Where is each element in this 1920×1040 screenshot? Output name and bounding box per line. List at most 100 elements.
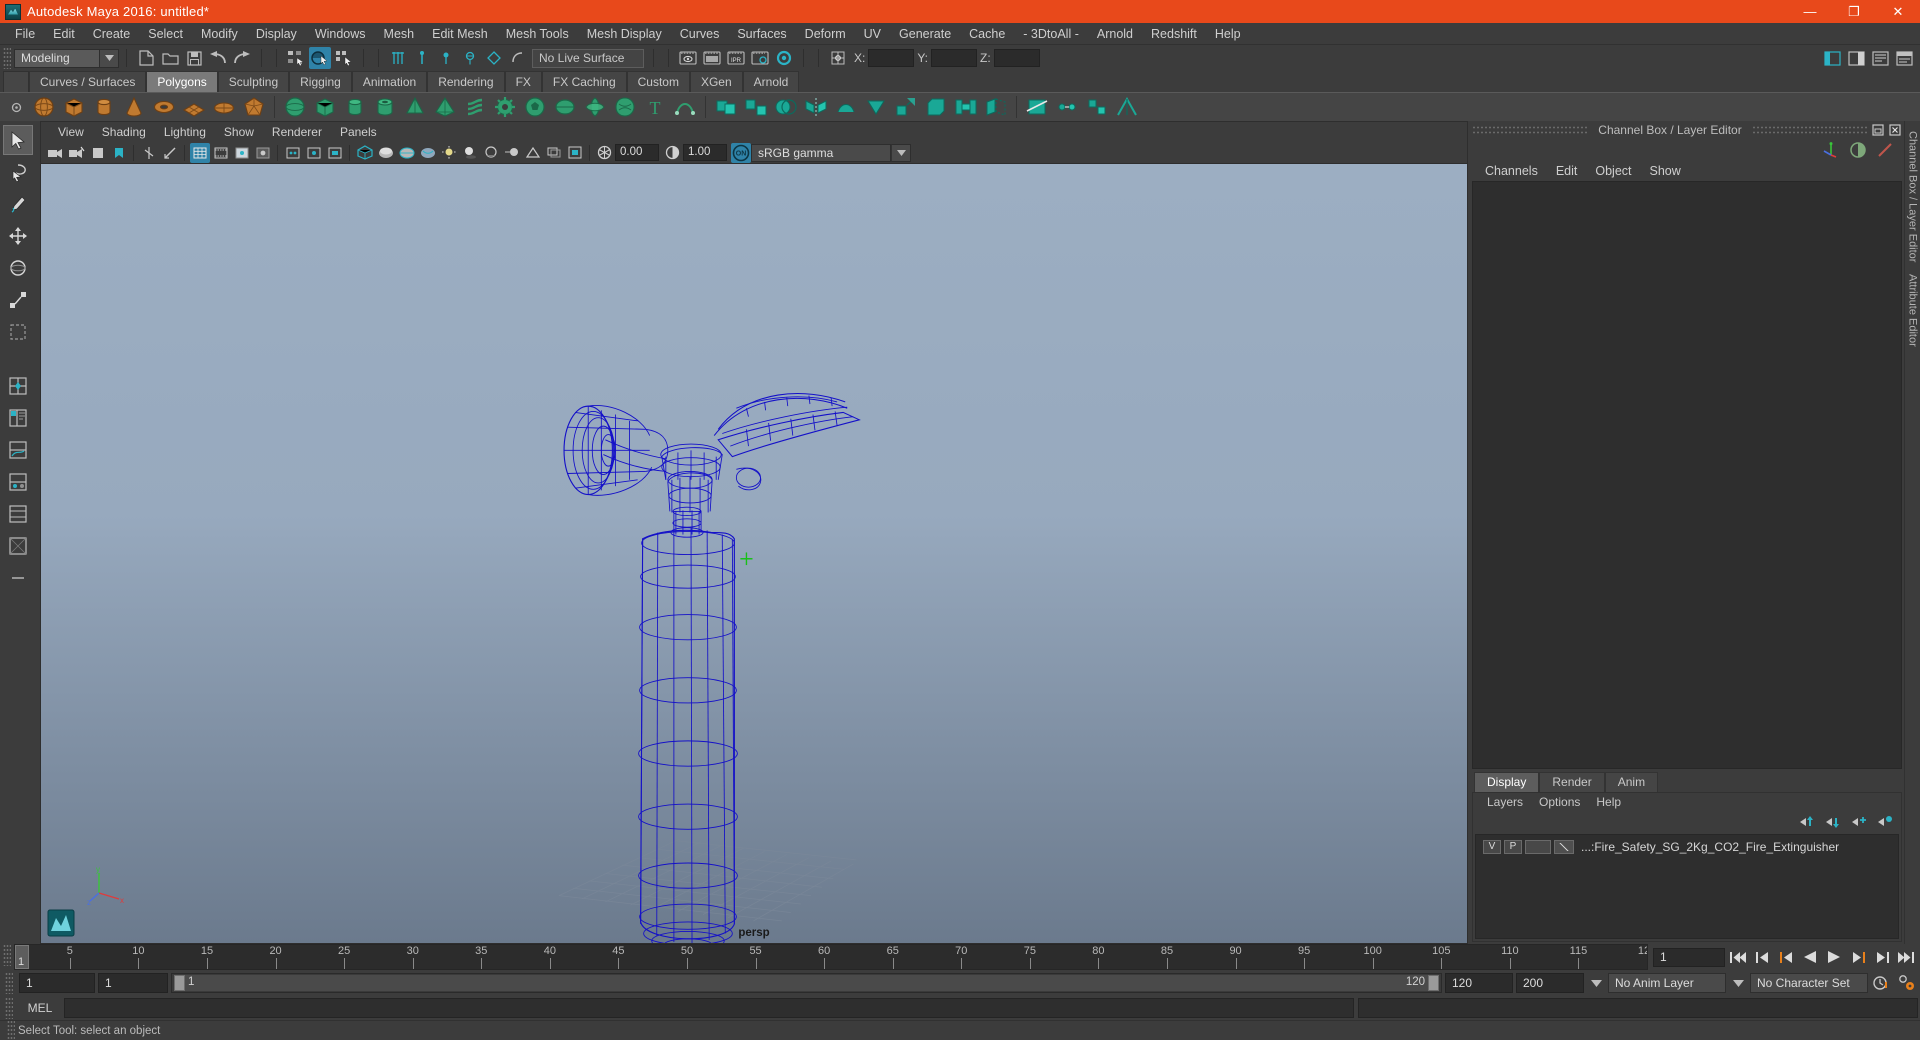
range-bar[interactable]: 1 120 — [171, 973, 1442, 993]
shelf-tab-rigging[interactable]: Rigging — [289, 71, 352, 92]
range-start-handle[interactable] — [174, 975, 185, 991]
xray-active-components-icon[interactable] — [325, 143, 345, 163]
move-layer-down-icon[interactable] — [1825, 815, 1841, 829]
new-scene-icon[interactable] — [135, 47, 157, 69]
menu-generate[interactable]: Generate — [890, 23, 960, 45]
command-language-label[interactable]: MEL — [20, 1001, 60, 1015]
persp-outliner-layout[interactable] — [3, 403, 33, 433]
menu-edit[interactable]: Edit — [44, 23, 84, 45]
gate-mask-icon[interactable] — [253, 143, 273, 163]
viewport-menu-lighting[interactable]: Lighting — [155, 122, 215, 142]
color-profile-dropdown-arrow[interactable] — [891, 143, 911, 162]
dock-tab-channel-box[interactable]: Channel Box / Layer Editor — [1907, 131, 1919, 262]
toggle-channel-icon[interactable] — [1849, 141, 1867, 159]
help-line-grip[interactable] — [7, 1019, 15, 1040]
four-view-layout[interactable] — [3, 371, 33, 401]
viewport-menu-renderer[interactable]: Renderer — [263, 122, 331, 142]
anim-layer-select[interactable]: No Anim Layer — [1608, 973, 1726, 993]
live-surface-field[interactable]: No Live Surface — [532, 48, 644, 68]
two-d-pan-zoom-icon[interactable] — [160, 143, 180, 163]
statusbar-grip[interactable] — [3, 47, 11, 69]
ipr-render-icon[interactable]: IPR — [725, 47, 747, 69]
layer-menu-layers[interactable]: Layers — [1479, 793, 1531, 812]
viewport-menu-shading[interactable]: Shading — [93, 122, 155, 142]
layer-playback-toggle[interactable]: P — [1504, 839, 1522, 854]
layer-menu-options[interactable]: Options — [1531, 793, 1588, 812]
toggle-anim-curve-icon[interactable] — [1876, 141, 1894, 159]
menu-redshift[interactable]: Redshift — [1142, 23, 1206, 45]
poly-gear-icon[interactable] — [492, 94, 519, 120]
save-scene-icon[interactable] — [183, 47, 205, 69]
layer-list[interactable]: V P ...:Fire_Safety_SG_2Kg_CO2_Fire_Exti… — [1475, 834, 1899, 939]
character-set-dropdown-arrow[interactable] — [1729, 973, 1747, 993]
show-manipulator-icon[interactable] — [827, 47, 849, 69]
range-end-handle[interactable] — [1428, 975, 1439, 991]
tool-settings-toggle-icon[interactable] — [1893, 47, 1915, 69]
panel-drag-dots[interactable] — [1472, 125, 1589, 135]
play-backwards-icon[interactable] — [1799, 947, 1821, 967]
range-start-field[interactable]: 1 — [98, 973, 168, 993]
channel-box-toggle-icon[interactable] — [1845, 47, 1867, 69]
multisample-icon[interactable] — [523, 143, 543, 163]
menu-deform[interactable]: Deform — [796, 23, 855, 45]
layer-row[interactable]: V P ...:Fire_Safety_SG_2Kg_CO2_Fire_Exti… — [1478, 838, 1896, 855]
menu-help[interactable]: Help — [1206, 23, 1250, 45]
shelf-tab-fx-caching[interactable]: FX Caching — [541, 71, 627, 92]
show-manipulators-icon[interactable] — [1822, 141, 1840, 159]
step-back-key-icon[interactable] — [1775, 947, 1797, 967]
time-slider-grip[interactable] — [3, 944, 11, 966]
more-layouts[interactable] — [3, 563, 33, 593]
open-scene-icon[interactable] — [159, 47, 181, 69]
shelf-options-button[interactable] — [3, 93, 29, 121]
exposure-field[interactable]: 0.00 — [615, 144, 659, 161]
step-forward-key-icon[interactable] — [1847, 947, 1869, 967]
redo-icon[interactable] — [231, 47, 253, 69]
menu-mesh-display[interactable]: Mesh Display — [578, 23, 671, 45]
quad-draw-icon[interactable] — [1084, 94, 1111, 120]
animation-preferences-icon[interactable] — [1896, 973, 1918, 993]
select-by-object-icon[interactable] — [309, 47, 331, 69]
new-layer-icon[interactable] — [1851, 815, 1867, 829]
lock-camera-icon[interactable] — [67, 143, 87, 163]
color-management-toggle-icon[interactable]: ON — [730, 142, 751, 163]
anim-layer-dropdown-arrow[interactable] — [1587, 973, 1605, 993]
layer-tab-display[interactable]: Display — [1474, 772, 1540, 792]
lights-icon[interactable] — [439, 143, 459, 163]
poly-helix-icon[interactable] — [462, 94, 489, 120]
layer-tab-render[interactable]: Render — [1539, 772, 1605, 792]
booleans-icon[interactable] — [773, 94, 800, 120]
shelf-tab-rendering[interactable]: Rendering — [427, 71, 505, 92]
depth-peeling-icon[interactable] — [544, 143, 564, 163]
separate-icon[interactable] — [743, 94, 770, 120]
menu-mesh-tools[interactable]: Mesh Tools — [497, 23, 578, 45]
poly-torus-icon[interactable] — [151, 94, 178, 120]
menu-uv[interactable]: UV — [855, 23, 890, 45]
poly-pipe-icon[interactable] — [372, 94, 399, 120]
select-tool[interactable] — [3, 125, 33, 155]
step-forward-frame-icon[interactable] — [1871, 947, 1893, 967]
shelf-tab-sculpting[interactable]: Sculpting — [217, 71, 290, 92]
time-cursor[interactable]: 1 — [15, 945, 29, 969]
menu-set-dropdown-arrow[interactable] — [100, 48, 119, 68]
layer-name[interactable]: ...:Fire_Safety_SG_2Kg_CO2_Fire_Extingui… — [1581, 840, 1839, 854]
z-input[interactable] — [993, 49, 1040, 67]
command-line-grip[interactable] — [5, 997, 13, 1019]
poly-sphere-smooth-icon[interactable] — [282, 94, 309, 120]
anim-start-field[interactable]: 1 — [19, 973, 95, 993]
shelf-tab-arnold[interactable]: Arnold — [742, 71, 800, 92]
outliner-persp-layout[interactable] — [3, 499, 33, 529]
menu-set-selector[interactable]: Modeling — [14, 48, 100, 68]
gamma-field[interactable]: 1.00 — [683, 144, 727, 161]
persp-viewport[interactable]: persp y x z — [41, 164, 1467, 943]
menu-curves[interactable]: Curves — [671, 23, 729, 45]
channel-menu-channels[interactable]: Channels — [1476, 161, 1547, 181]
menu-cache[interactable]: Cache — [960, 23, 1014, 45]
minimize-button[interactable]: — — [1788, 0, 1832, 23]
poly-cylinder-icon[interactable] — [91, 94, 118, 120]
poly-soccer-ball-icon[interactable] — [522, 94, 549, 120]
xray-joints-icon[interactable] — [304, 143, 324, 163]
shelf-tab-xgen[interactable]: XGen — [689, 71, 743, 92]
snap-to-point-icon[interactable] — [435, 47, 457, 69]
move-tool[interactable] — [3, 221, 33, 251]
rotate-tool[interactable] — [3, 253, 33, 283]
